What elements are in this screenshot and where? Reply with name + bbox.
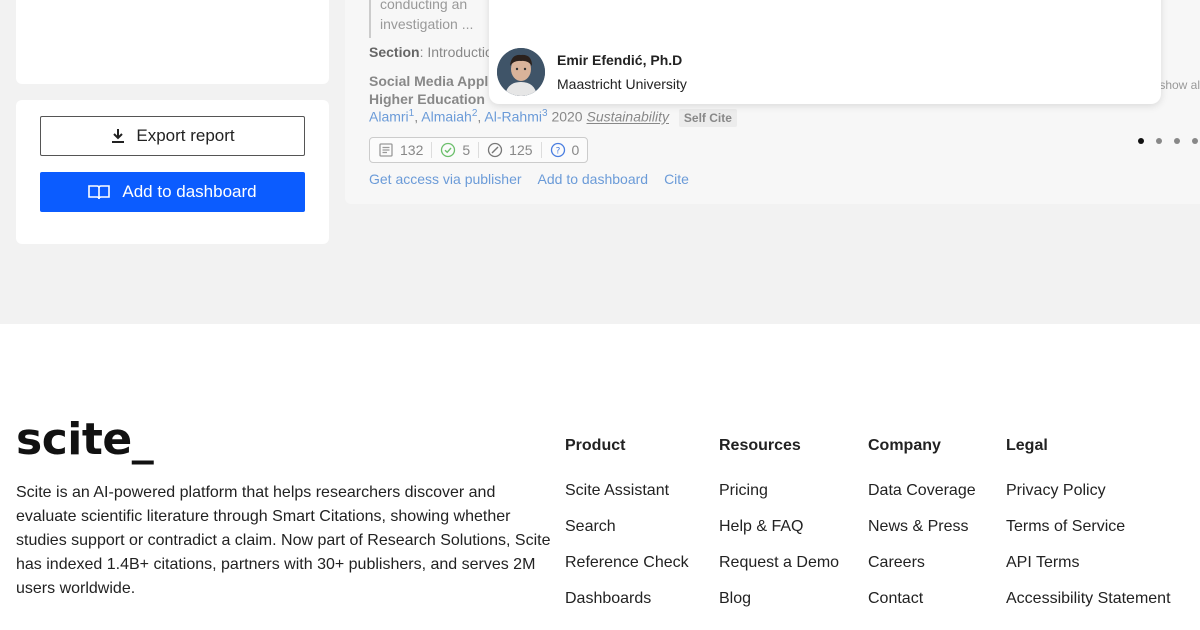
footer-column-resources: Resources Pricing Help & FAQ Request a D… bbox=[719, 437, 839, 624]
publication-title[interactable]: Social Media Appli Higher Education bbox=[369, 72, 499, 108]
author-link[interactable]: Almaiah bbox=[421, 109, 472, 125]
footer-column-legal: Legal Privacy Policy Terms of Service AP… bbox=[1006, 437, 1171, 624]
mentioning-count: 125 bbox=[509, 142, 533, 158]
author-sup: 1 bbox=[408, 108, 415, 119]
footer-link[interactable]: Search bbox=[565, 516, 689, 537]
footer-link[interactable]: Terms of Service bbox=[1006, 516, 1171, 537]
citation-stats[interactable]: 132 5 125 ? 0 bbox=[369, 137, 589, 163]
supporting-icon bbox=[440, 142, 456, 158]
publications-count: 132 bbox=[400, 142, 424, 158]
carousel-dot[interactable] bbox=[1156, 138, 1162, 144]
site-footer: scite_ Scite is an AI-powered platform t… bbox=[0, 324, 1200, 630]
footer-link[interactable]: Careers bbox=[868, 552, 976, 573]
download-icon bbox=[112, 129, 125, 143]
author-link[interactable]: Alamri bbox=[369, 109, 409, 125]
author-sup: 2 bbox=[471, 108, 478, 119]
carousel-dots bbox=[1138, 138, 1198, 144]
journal-link[interactable]: Sustainability bbox=[587, 109, 670, 125]
get-access-link[interactable]: Get access via publisher bbox=[369, 171, 522, 187]
publications-icon bbox=[378, 142, 394, 158]
citation-snippet: conducting an investigation ... both aca… bbox=[369, 0, 499, 38]
footer-link[interactable]: Request a Demo bbox=[719, 552, 839, 573]
footer-column-title: Product bbox=[565, 437, 626, 454]
citation-section: Section: Introductio bbox=[369, 44, 493, 60]
footer-column-title: Legal bbox=[1006, 437, 1048, 454]
carousel-dot[interactable] bbox=[1138, 138, 1144, 144]
add-to-dashboard-button[interactable]: Add to dashboard bbox=[40, 172, 305, 212]
footer-link[interactable]: Privacy Policy bbox=[1006, 480, 1171, 501]
contrasting-icon: ? bbox=[550, 142, 566, 158]
divider bbox=[478, 142, 480, 158]
section-label: Section bbox=[369, 44, 420, 60]
divider bbox=[540, 142, 542, 158]
mentioning-icon bbox=[487, 142, 503, 158]
svg-text:?: ? bbox=[555, 147, 560, 157]
show-all-link[interactable]: show al bbox=[1159, 78, 1200, 92]
footer-link[interactable]: API Terms bbox=[1006, 552, 1171, 573]
export-report-button[interactable]: Export report bbox=[40, 116, 305, 156]
export-report-label: Export report bbox=[136, 126, 235, 145]
report-actions-card: Export report Add to dashboard bbox=[16, 100, 329, 244]
cite-link[interactable]: Cite bbox=[664, 171, 689, 187]
carousel-dot[interactable] bbox=[1174, 138, 1180, 144]
footer-column-product: Product Scite Assistant Search Reference… bbox=[565, 437, 689, 624]
self-cite-badge: Self Cite bbox=[678, 108, 737, 127]
scite-logo[interactable]: scite_ bbox=[16, 414, 154, 465]
author-sup: 3 bbox=[542, 108, 548, 119]
section-value: : Introductio bbox=[419, 44, 493, 60]
author-affiliation: Maastricht University bbox=[557, 76, 687, 92]
carousel-dot[interactable] bbox=[1192, 138, 1198, 144]
footer-link[interactable]: Accessibility Statement bbox=[1006, 588, 1171, 609]
footer-link[interactable]: Reference Check bbox=[565, 552, 689, 573]
publication-year: 2020 bbox=[551, 108, 583, 125]
author-popover: Emir Efendić, Ph.D Maastricht University bbox=[489, 0, 1161, 104]
add-to-dashboard-link[interactable]: Add to dashboard bbox=[538, 171, 649, 187]
author-link[interactable]: Al-Rahmi bbox=[484, 109, 542, 125]
divider bbox=[431, 142, 433, 158]
author-list: Alamri1, Almaiah2, Al-Rahmi3 2020 Sustai… bbox=[369, 108, 737, 127]
add-to-dashboard-label: Add to dashboard bbox=[122, 182, 257, 201]
author-name[interactable]: Emir Efendić, Ph.D bbox=[557, 52, 682, 68]
footer-column-company: Company Data Coverage News & Press Caree… bbox=[868, 437, 976, 624]
supporting-count: 5 bbox=[462, 142, 471, 158]
footer-link[interactable]: Data Coverage bbox=[868, 480, 976, 501]
footer-column-title: Company bbox=[868, 437, 941, 454]
footer-link[interactable]: News & Press bbox=[868, 516, 976, 537]
book-icon bbox=[88, 185, 111, 200]
footer-link[interactable]: Contact bbox=[868, 588, 976, 609]
footer-link[interactable]: Scite Assistant bbox=[565, 480, 689, 501]
footer-link[interactable]: Pricing bbox=[719, 480, 839, 501]
footer-link[interactable]: Blog bbox=[719, 588, 839, 609]
sidebar-card bbox=[16, 0, 329, 84]
footer-column-title: Resources bbox=[719, 437, 801, 454]
citation-actions: Get access via publisher Add to dashboar… bbox=[369, 171, 689, 187]
avatar bbox=[497, 48, 545, 96]
footer-link[interactable]: Help & FAQ bbox=[719, 516, 839, 537]
contrasting-count: 0 bbox=[571, 142, 580, 158]
footer-link[interactable]: Dashboards bbox=[565, 588, 689, 609]
footer-about: Scite is an AI-powered platform that hel… bbox=[16, 484, 551, 597]
